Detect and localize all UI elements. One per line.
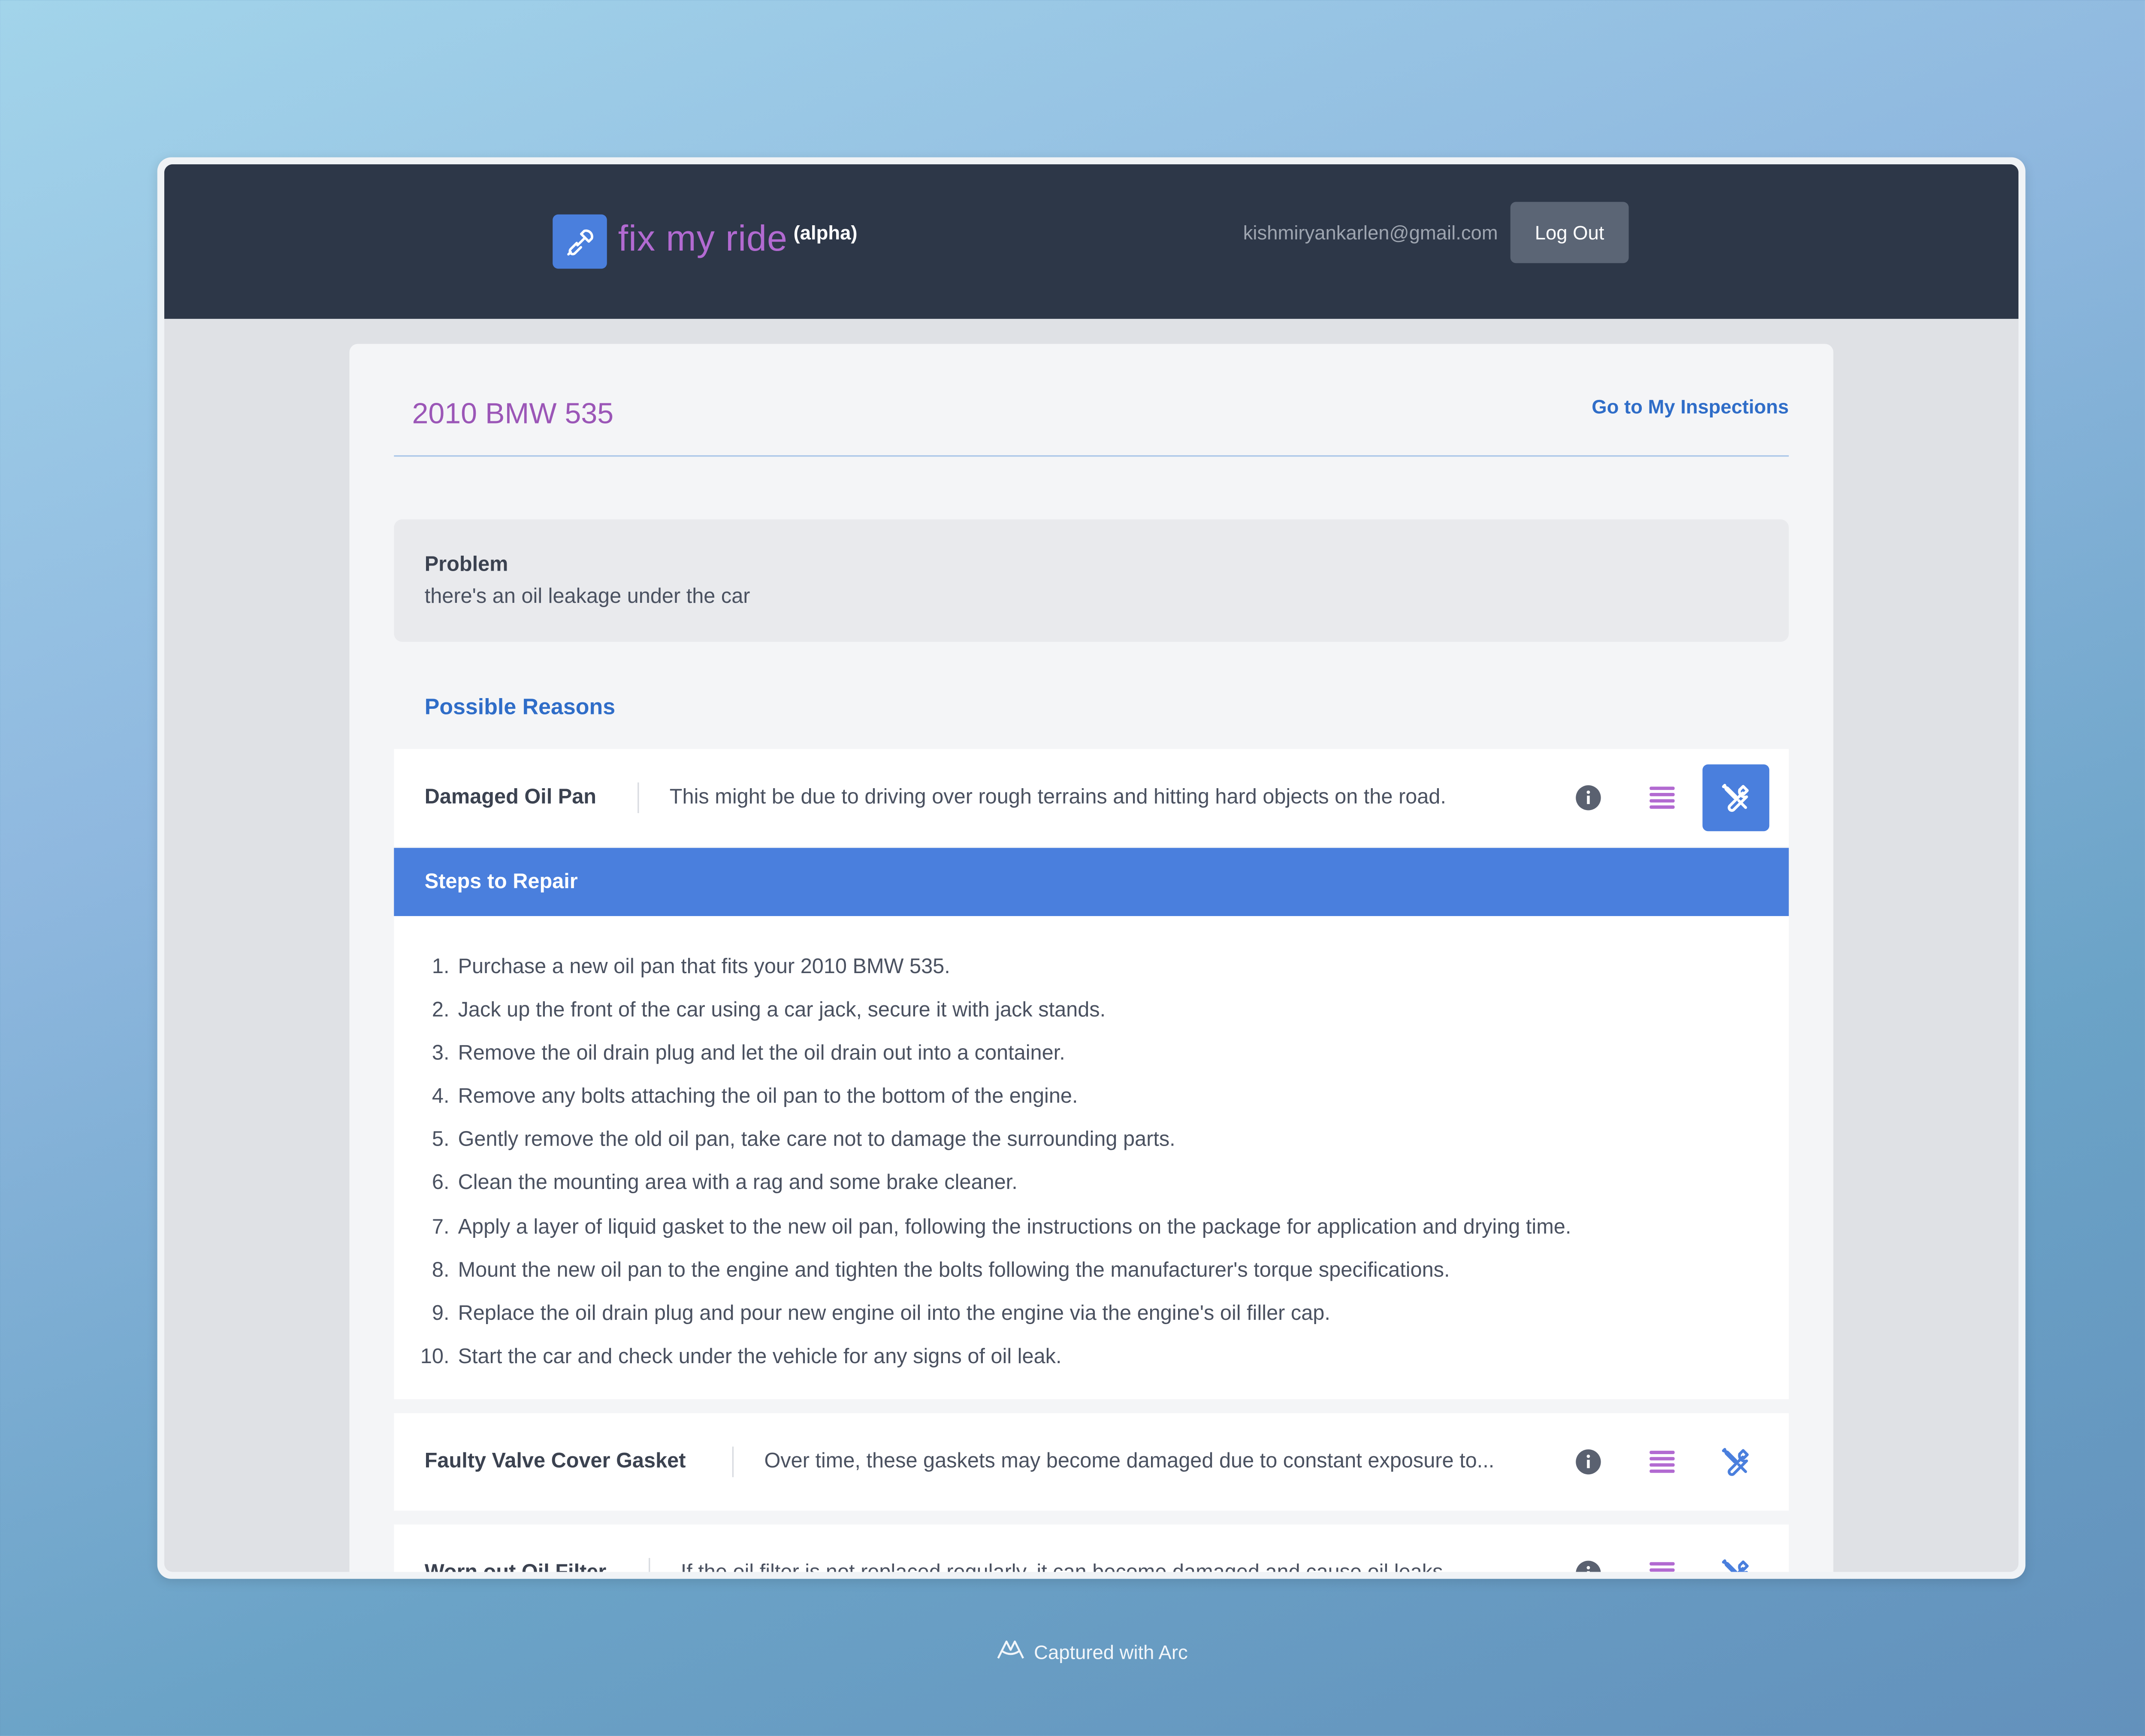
capture-footer: Captured with Arc [0,1637,2145,1666]
inspection-card: 2010 BMW 535 Go to My Inspections Proble… [349,344,1834,1572]
brand-name[interactable]: fix my ride [618,217,788,260]
list-item: Clean the mounting area with a rag and s… [455,1167,1571,1211]
list-icon[interactable] [1629,1540,1696,1572]
info-icon[interactable] [1555,1540,1622,1572]
reason-separator [732,1446,734,1477]
problem-box: Problem there's an oil leakage under the… [394,519,1789,642]
tools-icon[interactable] [1702,764,1770,832]
alpha-badge: (alpha) [793,221,858,244]
info-icon[interactable] [1555,1428,1622,1495]
list-item: Remove any bolts attaching the oil pan t… [455,1081,1571,1124]
reason-name: Worn out Oil Filter [425,1524,607,1572]
list-item: Apply a layer of liquid gasket to the ne… [455,1211,1571,1254]
tools-icon[interactable] [1703,1540,1770,1572]
reason-description: This might be due to driving over rough … [669,785,1446,809]
reason-description: Over time, these gaskets may become dama… [764,1449,1495,1473]
steps-list-panel: Purchase a new oil pan that fits your 20… [394,916,1789,1400]
go-to-inspections-link[interactable]: Go to My Inspections [1552,396,1789,418]
navbar: fix my ride (alpha) kishmiryankarlen@gma… [164,164,2019,319]
list-item: Start the car and check under the vehicl… [455,1340,1571,1384]
logout-button[interactable]: Log Out [1510,202,1629,263]
steps-header-label: Steps to Repair [424,870,578,894]
page-viewport: fix my ride (alpha) kishmiryankarlen@gma… [164,164,2019,1572]
page-title: 2010 BMW 535 [412,398,614,430]
screenshot-stage: fix my ride (alpha) kishmiryankarlen@gma… [0,0,2145,1736]
reason-name: Faulty Valve Cover Gasket [424,1449,686,1473]
list-item: Jack up the front of the car using a car… [455,994,1571,1037]
reason-name: Damaged Oil Pan [424,785,597,809]
arc-logo-icon [995,1637,1025,1666]
list-icon[interactable] [1629,764,1696,831]
list-item: Replace the oil drain plug and pour new … [455,1297,1571,1340]
user-email: kishmiryankarlen@gmail.com [1243,221,1498,244]
problem-label: Problem [424,553,508,577]
list-item: Mount the new oil pan to the engine and … [455,1254,1571,1297]
reason-separator [637,782,639,814]
list-item: Purchase a new oil pan that fits your 20… [455,951,1571,994]
reason-row-damaged-oil-pan[interactable]: Damaged Oil Pan This might be due to dri… [394,749,1789,847]
browser-window: fix my ride (alpha) kishmiryankarlen@gma… [157,157,2026,1579]
list-item: Remove the oil drain plug and let the oi… [455,1037,1571,1081]
wrench-plug-icon[interactable] [553,214,607,269]
tools-icon[interactable] [1703,1428,1770,1495]
list-item: Gently remove the old oil pan, take care… [455,1124,1571,1167]
list-icon[interactable] [1629,1428,1696,1495]
info-icon[interactable] [1555,764,1622,831]
reason-separator [649,1558,650,1572]
reason-row-worn-out-oil-filter[interactable]: Worn out Oil Filter If the oil filter is… [394,1524,1789,1572]
repair-steps-list: Purchase a new oil pan that fits your 20… [394,951,1571,1384]
capture-text: Captured with Arc [1034,1641,1188,1663]
reason-description: If the oil filter is not replaced regula… [681,1524,1516,1572]
reason-row-faulty-valve-cover-gasket[interactable]: Faulty Valve Cover Gasket Over time, the… [394,1413,1789,1511]
problem-text: there's an oil leakage under the car [424,584,750,609]
possible-reasons-heading: Possible Reasons [424,696,616,720]
steps-to-repair-header: Steps to Repair [394,848,1789,916]
title-divider [394,455,1789,457]
